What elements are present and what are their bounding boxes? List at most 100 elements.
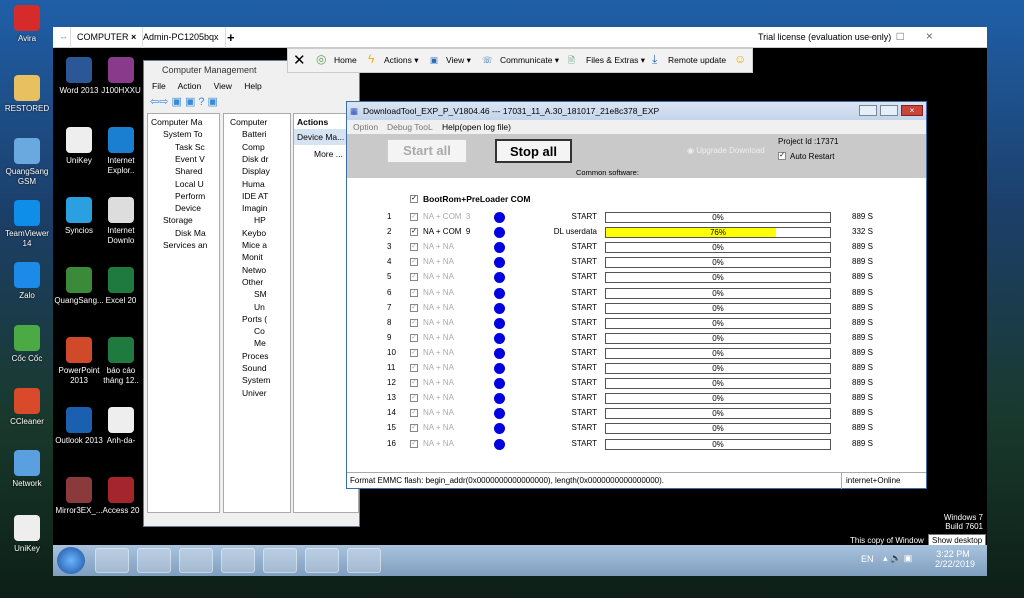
tree-item[interactable]: Storage	[163, 215, 193, 225]
tray-icons[interactable]: ▴ 🔊 ▣	[883, 553, 912, 564]
desktop-icon[interactable]: QuangSang...	[53, 267, 105, 306]
port-checkbox[interactable]: ✓	[410, 213, 418, 221]
desktop-icon[interactable]: Word 2013	[53, 57, 105, 96]
upgrade-download-radio[interactable]: ◉ Upgrade Download	[687, 146, 765, 155]
port-checkbox[interactable]: ✓	[410, 258, 418, 267]
menu-help[interactable]: Help(open log file)	[442, 120, 511, 134]
desktop-icon[interactable]: Syncios	[53, 197, 105, 236]
desktop-icon[interactable]: Internet Downlo	[101, 197, 141, 246]
clock[interactable]: 3:22 PM 2/22/2019	[935, 549, 975, 569]
toolbar-communicate[interactable]: Communicate ▾	[500, 55, 559, 66]
tree-item[interactable]: Local U	[175, 179, 204, 189]
close-button[interactable]: ×	[901, 105, 923, 116]
menu-item[interactable]: File	[152, 81, 166, 91]
taskbar-word-icon[interactable]	[137, 548, 171, 573]
port-checkbox[interactable]: ✓	[410, 288, 418, 297]
port-checkbox[interactable]: ✓	[410, 424, 418, 433]
desktop-icon[interactable]: QuangSang GSM	[2, 138, 52, 187]
desktop-icon[interactable]: Access 20	[101, 477, 141, 516]
device-tree-item[interactable]: Mice a	[242, 240, 290, 250]
device-tree-item[interactable]: Netwo	[242, 265, 290, 275]
taskbar-teamviewer-icon[interactable]	[221, 548, 255, 573]
desktop-icon[interactable]: TeamViewer 14	[2, 200, 52, 249]
desktop-icon[interactable]: UniKey	[2, 515, 52, 554]
tab-computer[interactable]: COMPUTER ×	[71, 27, 144, 48]
menu-bar[interactable]: File Action View Help	[152, 81, 262, 91]
tab-admin-pc[interactable]: Admin-PC1205bqx	[137, 27, 226, 48]
start-all-button[interactable]: Start all	[387, 139, 467, 163]
tree-item[interactable]: Shared	[175, 166, 202, 176]
start-button[interactable]	[57, 547, 85, 574]
menu-item[interactable]: View	[214, 81, 232, 91]
device-tree-item[interactable]: System	[242, 375, 290, 385]
device-tree-item[interactable]: HP	[254, 215, 290, 225]
toolbar-actions[interactable]: Actions ▾	[384, 55, 419, 66]
tree-item[interactable]: Perform	[175, 191, 205, 201]
port-checkbox[interactable]: ✓	[410, 303, 418, 312]
desktop-icon[interactable]: Network	[2, 450, 52, 489]
desktop-icon[interactable]: Excel 20	[101, 267, 141, 306]
port-checkbox[interactable]: ✓	[410, 394, 418, 403]
menu-option[interactable]: Option	[353, 120, 378, 134]
device-tree-item[interactable]: Co	[254, 326, 290, 336]
tree-item[interactable]: Disk Ma	[175, 228, 206, 238]
device-tree-item[interactable]: IDE AT	[242, 191, 290, 201]
device-tree-item[interactable]: Ports (	[242, 314, 290, 324]
port-checkbox[interactable]: ✓	[410, 243, 418, 252]
window-controls[interactable]: –□×	[868, 29, 955, 43]
device-tree-item[interactable]: Computer	[230, 117, 290, 127]
device-tree-item[interactable]: Imagin	[242, 203, 290, 213]
menu-item[interactable]: Action	[178, 81, 202, 91]
taskbar-downloadtool-icon[interactable]	[305, 548, 339, 573]
device-tree-item[interactable]: SM	[254, 289, 290, 299]
port-checkbox[interactable]: ✓	[410, 409, 418, 418]
tree-item[interactable]: Computer Ma	[151, 117, 203, 127]
menu-item[interactable]: Help	[244, 81, 261, 91]
device-tree-item[interactable]: Me	[254, 338, 290, 348]
tree-item[interactable]: Services an	[163, 240, 207, 250]
desktop-icon[interactable]: Avira	[2, 5, 52, 44]
device-tree-item[interactable]: Keybo	[242, 228, 290, 238]
desktop-icon[interactable]: Anh-da-	[101, 407, 141, 446]
device-tree[interactable]: Computer Batteri Comp Disk dr Display Huma IDE…	[223, 113, 291, 513]
device-tree-item[interactable]: Display	[242, 166, 290, 176]
desktop-icon[interactable]: Outlook 2013	[53, 407, 105, 446]
minimize-button[interactable]	[859, 105, 877, 116]
feedback-smiley-icon[interactable]: ☺	[734, 52, 746, 66]
tree-item[interactable]: Event V	[175, 154, 205, 164]
port-checkbox[interactable]: ✓	[410, 333, 418, 342]
close-session-icon[interactable]: ✕	[293, 51, 306, 69]
new-tab-button[interactable]: +	[221, 27, 241, 48]
device-tree-item[interactable]: Sound	[242, 363, 290, 373]
tree-item[interactable]: System To	[163, 129, 203, 139]
toolbar-home[interactable]: Home	[334, 55, 357, 65]
device-tree-item[interactable]: Monit	[242, 252, 290, 262]
desktop-icon[interactable]: báo cáo tháng 12..	[101, 337, 141, 386]
taskbar-chrome-icon[interactable]	[95, 548, 129, 573]
port-checkbox[interactable]: ✓	[410, 439, 418, 448]
desktop-icon[interactable]: Mirror3EX_...	[53, 477, 105, 516]
language-indicator[interactable]: EN	[861, 554, 874, 564]
auto-restart-checkbox[interactable]: ✓	[778, 152, 786, 160]
taskbar-device-manager-icon[interactable]	[347, 548, 381, 573]
port-checkbox[interactable]: ✓	[410, 364, 418, 372]
desktop-icon[interactable]: RESTORED	[2, 75, 52, 114]
desktop-icon[interactable]: Zalo	[2, 262, 52, 301]
device-tree-item[interactable]: Other	[242, 277, 290, 287]
port-checkbox[interactable]: ✓	[410, 273, 418, 282]
device-tree-item[interactable]: Proces	[242, 351, 290, 361]
port-checkbox[interactable]: ✓	[410, 228, 418, 237]
port-checkbox[interactable]: ✓	[410, 379, 418, 388]
bootrom-checkbox[interactable]: ✓	[410, 195, 418, 203]
taskbar-explorer-icon[interactable]	[263, 548, 297, 573]
stop-all-button[interactable]: Stop all	[495, 139, 572, 163]
maximize-button[interactable]	[880, 105, 898, 116]
desktop-icon[interactable]: Cốc Cốc	[2, 325, 52, 364]
tree-item[interactable]: Device	[175, 203, 201, 213]
desktop-icon[interactable]: J100HXXU	[101, 57, 141, 96]
device-tree-item[interactable]: Huma	[242, 179, 290, 189]
console-tree[interactable]: Computer Ma System To Task Sc Event V Shared…	[147, 113, 220, 513]
device-tree-item[interactable]: Comp	[242, 142, 290, 152]
taskbar-excel-icon[interactable]	[179, 548, 213, 573]
desktop-icon[interactable]: UniKey	[53, 127, 105, 166]
